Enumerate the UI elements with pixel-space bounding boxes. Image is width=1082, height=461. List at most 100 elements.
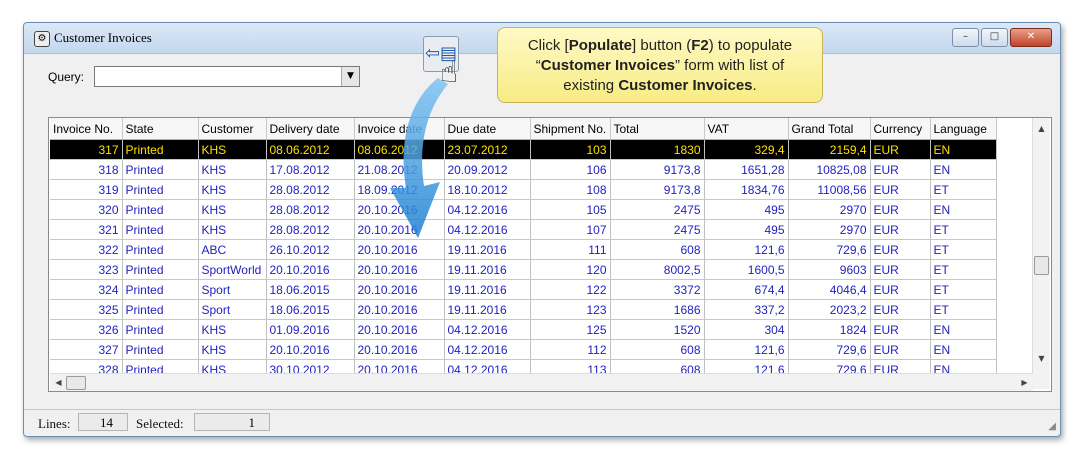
table-cell: 107	[530, 219, 611, 240]
horizontal-scroll-thumb[interactable]	[66, 376, 86, 390]
table-cell: 106	[530, 159, 611, 180]
callout-bold-f2: F2	[691, 37, 709, 54]
table-cell: 19.11.2016	[444, 279, 531, 300]
table-cell: 329,4	[704, 139, 789, 160]
table-row[interactable]: 318 Printed KHS 17.08.2012 21.08.2012 20.09.2…	[50, 159, 997, 180]
scroll-down-icon[interactable]: ▼	[1033, 350, 1050, 367]
table-cell: 125	[530, 319, 611, 340]
resize-grip-icon[interactable]: ◢	[1048, 421, 1056, 432]
table-cell: 01.09.2016	[266, 319, 355, 340]
vertical-scroll-thumb[interactable]	[1034, 256, 1049, 275]
callout-text: ” form with list of	[675, 57, 785, 74]
table-cell: KHS	[198, 339, 267, 360]
table-cell: 103	[530, 139, 611, 160]
column-header[interactable]: Currency	[870, 118, 931, 140]
table-row[interactable]: 322 Printed ABC 26.10.2012 20.10.2016 19.11.2…	[50, 239, 997, 260]
table-cell: 23.07.2012	[444, 139, 531, 160]
table-cell: 8002,5	[610, 259, 705, 280]
table-cell: 608	[610, 339, 705, 360]
table-cell: 20.10.2016	[266, 339, 355, 360]
table-cell: EN	[930, 139, 997, 160]
column-header[interactable]: Language	[930, 118, 997, 140]
table-cell: 19.11.2016	[444, 259, 531, 280]
close-button[interactable]: ✕	[1010, 28, 1052, 47]
table-cell: Sport	[198, 279, 267, 300]
column-header[interactable]: Customer	[198, 118, 267, 140]
table-cell: 325	[50, 299, 123, 320]
column-header[interactable]: State	[122, 118, 199, 140]
table-cell: 2475	[610, 199, 705, 220]
table-cell: EUR	[870, 299, 931, 320]
table-row[interactable]: 319 Printed KHS 28.08.2012 18.09.2012 18.10.2…	[50, 179, 997, 200]
column-header[interactable]: VAT	[704, 118, 789, 140]
table-cell: Printed	[122, 279, 199, 300]
table-row[interactable]: 317 Printed KHS 08.06.2012 08.06.2012 23.07.2…	[50, 139, 997, 160]
table-row[interactable]: 321 Printed KHS 28.08.2012 20.10.2016 04.12.2…	[50, 219, 997, 240]
column-header[interactable]: Due date	[444, 118, 531, 140]
table-cell: 105	[530, 199, 611, 220]
table-row[interactable]: 324 Printed Sport 18.06.2015 20.10.2016 19.11…	[50, 279, 997, 300]
table-cell: EUR	[870, 339, 931, 360]
query-select[interactable]: ▼	[94, 66, 360, 87]
invoice-grid[interactable]: Invoice No. State Customer Delivery date Inv…	[48, 117, 1052, 392]
table-cell: 317	[50, 139, 123, 160]
table-row[interactable]: 325 Printed Sport 18.06.2015 20.10.2016 19.11…	[50, 299, 997, 320]
maximize-button[interactable]: □	[981, 28, 1008, 47]
table-row[interactable]: 323 Printed SportWorld 20.10.2016 20.10.2016…	[50, 259, 997, 280]
table-cell: 20.10.2016	[354, 299, 445, 320]
table-cell: 28.08.2012	[266, 179, 355, 200]
table-cell: 324	[50, 279, 123, 300]
callout-line-2: “Customer Invoices” form with list of	[498, 56, 822, 76]
table-cell: ET	[930, 179, 997, 200]
table-cell: EUR	[870, 239, 931, 260]
table-cell: Printed	[122, 139, 199, 160]
lines-count: 14	[78, 413, 128, 431]
callout-line-1: Click [Populate] button (F2) to populate	[498, 36, 822, 56]
table-cell: ET	[930, 259, 997, 280]
table-cell: KHS	[198, 219, 267, 240]
table-cell: 1824	[788, 319, 871, 340]
chevron-down-icon[interactable]: ▼	[341, 67, 359, 86]
table-cell: 122	[530, 279, 611, 300]
table-cell: ABC	[198, 239, 267, 260]
callout-bold-form: Customer Invoices	[540, 57, 676, 74]
vertical-scrollbar[interactable]: ▲ ▼	[1032, 118, 1050, 389]
minimize-button[interactable]: –	[952, 28, 979, 47]
column-header[interactable]: Invoice No.	[50, 118, 123, 140]
horizontal-scrollbar[interactable]: ◀ ▶	[50, 373, 1033, 391]
table-cell: 674,4	[704, 279, 789, 300]
hand-pointer-icon: ☝	[440, 55, 459, 90]
column-header[interactable]: Grand Total	[788, 118, 871, 140]
table-cell: 1834,76	[704, 179, 789, 200]
table-cell: 28.08.2012	[266, 199, 355, 220]
table-row[interactable]: 320 Printed KHS 28.08.2012 20.10.2016 04.12.2…	[50, 199, 997, 220]
curved-arrow-icon	[390, 78, 448, 238]
table-row[interactable]: 327 Printed KHS 20.10.2016 20.10.2016 04.12.2…	[50, 339, 997, 360]
table-cell: 2475	[610, 219, 705, 240]
table-cell: 121,6	[704, 239, 789, 260]
column-header[interactable]: Shipment No.	[530, 118, 611, 140]
table-cell: 20.10.2016	[266, 259, 355, 280]
table-cell: Printed	[122, 159, 199, 180]
scroll-left-icon[interactable]: ◀	[50, 374, 67, 391]
table-cell: ET	[930, 239, 997, 260]
scroll-up-icon[interactable]: ▲	[1033, 120, 1050, 137]
scroll-right-icon[interactable]: ▶	[1016, 374, 1033, 391]
table-cell: 495	[704, 219, 789, 240]
table-header: Invoice No. State Customer Delivery date Inv…	[50, 118, 997, 140]
table-cell: EUR	[870, 279, 931, 300]
table-cell: 729,6	[788, 339, 871, 360]
table-cell: Printed	[122, 179, 199, 200]
table-cell: 28.08.2012	[266, 219, 355, 240]
table-cell: 20.10.2016	[354, 259, 445, 280]
column-header[interactable]: Delivery date	[266, 118, 355, 140]
table-cell: 123	[530, 299, 611, 320]
column-header[interactable]: Total	[610, 118, 705, 140]
callout-line-3: existing Customer Invoices.	[498, 76, 822, 96]
selected-count: 1	[194, 413, 270, 431]
table-cell: 108	[530, 179, 611, 200]
table-cell: ET	[930, 299, 997, 320]
table-cell: 19.11.2016	[444, 299, 531, 320]
table-cell: EN	[930, 319, 997, 340]
table-row[interactable]: 326 Printed KHS 01.09.2016 20.10.2016 04.12.2…	[50, 319, 997, 340]
